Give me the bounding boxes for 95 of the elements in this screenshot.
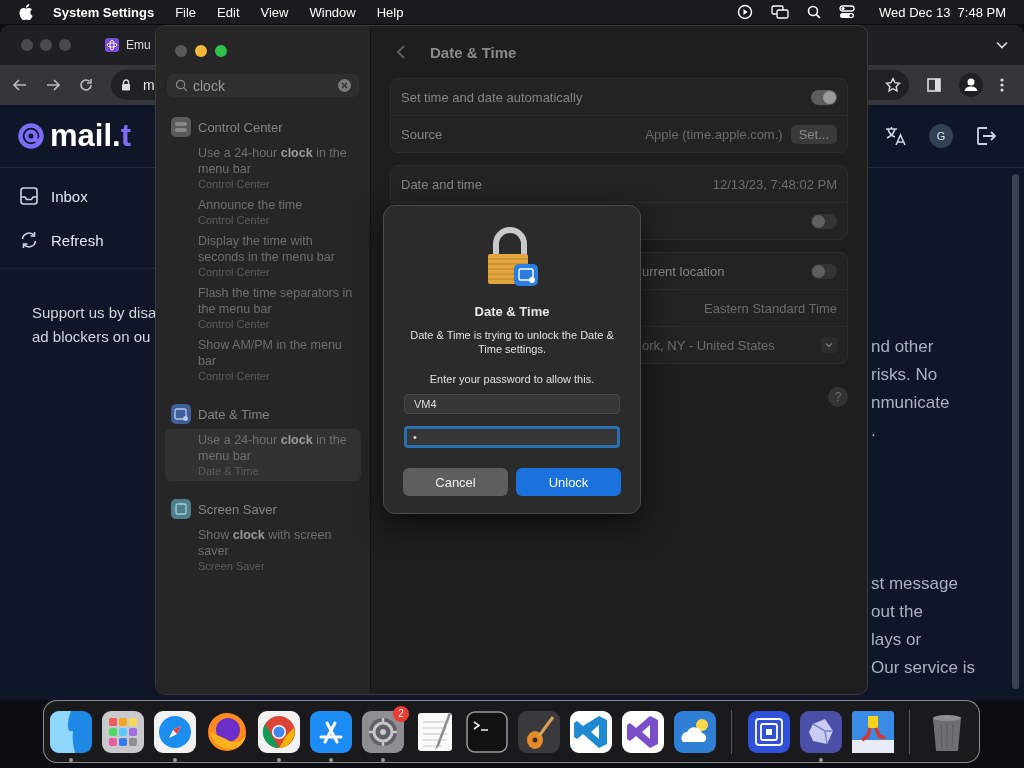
cancel-button[interactable]: Cancel [403, 468, 508, 496]
result-title: Announce the time [198, 197, 304, 213]
ribbon-icon[interactable] [569, 709, 613, 754]
address-bar[interactable] [865, 70, 909, 100]
clear-icon[interactable] [338, 79, 351, 92]
result-title: Show clock with screen saver [198, 527, 333, 559]
menu-item[interactable]: View [260, 4, 289, 20]
paragraph-text: out the [871, 601, 924, 623]
reload-icon[interactable] [78, 77, 94, 93]
paragraph-text: nmunicate [871, 392, 951, 414]
forward-icon[interactable] [45, 77, 61, 93]
nested-squares-icon[interactable] [747, 709, 791, 754]
notification-badge: 2 [393, 705, 409, 722]
dialog-prompt: Enter your password to allow this. [429, 373, 595, 385]
back-icon[interactable] [12, 77, 28, 93]
star-icon[interactable] [885, 77, 901, 93]
runner-figure-icon[interactable] [851, 709, 895, 754]
row-value: 12/13/23, 7:48:02 PM [712, 176, 837, 192]
toggle-switch[interactable] [811, 89, 837, 105]
back-icon[interactable] [396, 44, 406, 60]
at-sign-icon [15, 120, 47, 152]
result-title: Display the time with seconds in the menu bar [198, 233, 336, 265]
browser-tab[interactable]: Emu [105, 38, 151, 52]
dialog-title: Date & Time [474, 304, 550, 319]
row-label: Date and time [401, 176, 482, 192]
translate-icon[interactable] [884, 124, 908, 148]
control-center-icon[interactable] [839, 5, 856, 19]
paragraph-text: . [871, 420, 877, 442]
app-grid-icon[interactable] [101, 709, 145, 754]
menu-item[interactable]: Window [309, 4, 356, 20]
nav-link[interactable]: Inbox [0, 174, 155, 218]
minimize-icon[interactable] [195, 45, 207, 57]
terminal-icon[interactable] [465, 709, 509, 754]
result-title: Flash the time separators in the menu bar [198, 285, 354, 317]
crystal-icon[interactable] [799, 709, 843, 754]
result-category: Screen Saver [198, 501, 277, 517]
address-text: m [143, 77, 155, 93]
password-field[interactable]: • [404, 426, 620, 448]
avatar[interactable]: G [929, 124, 953, 148]
row-label: urrent location [642, 263, 725, 279]
logout-icon[interactable] [974, 124, 998, 148]
username-field[interactable]: VM4 [404, 394, 620, 414]
play-icon[interactable] [737, 4, 754, 20]
profile-icon[interactable] [959, 73, 983, 97]
chevron-down-icon [821, 337, 837, 353]
menu-item[interactable]: File [175, 4, 197, 20]
display-icon[interactable] [771, 5, 790, 19]
more-icon[interactable] [1000, 77, 1004, 93]
search-field[interactable]: clock [167, 74, 359, 97]
apple-icon[interactable] [19, 4, 33, 20]
site-logo[interactable]: mail.t [50, 118, 131, 154]
menu-item[interactable]: Edit [217, 4, 240, 20]
row-label: Source [401, 126, 443, 142]
row-value: Eastern Standard Time [704, 300, 837, 316]
result-title: Use a 24-hour clock in the menu bar [198, 432, 348, 464]
nav-link[interactable]: Refresh [0, 218, 155, 262]
result-category: Date & Time [198, 406, 270, 422]
cloud-sun-icon[interactable] [673, 709, 717, 754]
scrollbar[interactable] [1012, 174, 1019, 689]
paragraph-text: st message [871, 573, 959, 595]
inbox-icon [19, 186, 39, 206]
atom-icon [105, 38, 119, 52]
compass-icon[interactable] [153, 709, 197, 754]
row-label: Set time and date automatically [401, 89, 583, 105]
address-bar[interactable]: m [111, 70, 156, 100]
result-title: Use a 24-hour clock in the menu bar [198, 145, 348, 177]
lock-icon [121, 79, 131, 91]
unlock-button[interactable]: Unlock [516, 468, 621, 496]
paragraph-text: Our service is [871, 657, 976, 679]
paragraph-text: lays or [871, 629, 923, 651]
color-wheel-icon[interactable] [257, 709, 301, 754]
zoom-icon[interactable] [215, 45, 227, 57]
stroke-a-icon[interactable] [309, 709, 353, 754]
guitar-icon[interactable] [517, 709, 561, 754]
toggle-switch[interactable] [811, 263, 837, 279]
result-title: Show AM/PM in the menu bar [198, 337, 343, 369]
loop-icon[interactable] [621, 709, 665, 754]
paragraph-text: risks. No [871, 364, 939, 386]
result-category: Control Center [198, 119, 283, 135]
refresh-icon [19, 230, 39, 250]
pane-title: Date & Time [430, 43, 517, 61]
toggle-switch[interactable] [811, 213, 837, 229]
paragraph-text: Support us by disa [32, 303, 155, 323]
menu-item[interactable]: Help [376, 4, 404, 20]
side-panel-icon[interactable] [926, 77, 942, 93]
search-icon [175, 79, 188, 92]
paragraph-text: ad blockers on ou [32, 327, 152, 347]
dialog-message: Date & Time is trying to unlock the Date & Time settings. [409, 328, 615, 356]
row-value: Apple (time.apple.com.) [645, 126, 783, 142]
chevron-down-icon[interactable] [996, 41, 1008, 49]
paragraph-text: nd other [871, 336, 935, 358]
menu-clock[interactable]: Wed Dec 13 7:48 PM [879, 4, 1006, 20]
search-icon[interactable] [807, 5, 822, 19]
gear-icon[interactable] [361, 709, 405, 754]
app-menu[interactable]: System Settings [53, 4, 155, 20]
